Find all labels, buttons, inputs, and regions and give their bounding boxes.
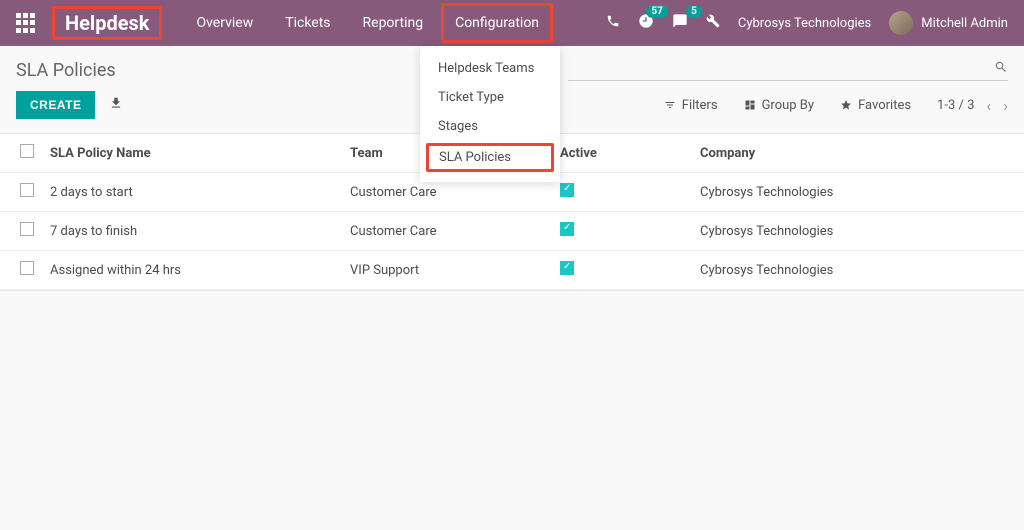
dd-helpdesk-teams[interactable]: Helpdesk Teams bbox=[420, 54, 560, 83]
messages-icon[interactable]: 5 bbox=[672, 13, 688, 33]
cell-team: Customer Care bbox=[342, 212, 552, 251]
cell-name: Assigned within 24 hrs bbox=[42, 251, 342, 290]
row-checkbox[interactable] bbox=[20, 183, 34, 197]
active-checkbox[interactable] bbox=[560, 222, 574, 236]
filters-label: Filters bbox=[682, 98, 718, 113]
avatar bbox=[889, 11, 913, 35]
user-menu[interactable]: Mitchell Admin bbox=[889, 11, 1008, 35]
nav-overview[interactable]: Overview bbox=[182, 3, 267, 43]
activities-badge: 57 bbox=[646, 5, 667, 18]
search-input[interactable] bbox=[568, 62, 994, 77]
search-area bbox=[568, 60, 1008, 81]
row-checkbox[interactable] bbox=[20, 261, 34, 275]
create-button[interactable]: CREATE bbox=[16, 91, 95, 119]
cell-name: 2 days to start bbox=[42, 173, 342, 212]
dd-sla-policies[interactable]: SLA Policies bbox=[426, 143, 554, 172]
tools-icon[interactable] bbox=[706, 14, 720, 32]
active-checkbox[interactable] bbox=[560, 261, 574, 275]
nav-reporting[interactable]: Reporting bbox=[349, 3, 438, 43]
cell-company: Cybrosys Technologies bbox=[692, 173, 1024, 212]
cell-active bbox=[552, 212, 692, 251]
favorites-label: Favorites bbox=[858, 98, 911, 113]
cell-company: Cybrosys Technologies bbox=[692, 251, 1024, 290]
favorites-button[interactable]: Favorites bbox=[840, 98, 911, 113]
col-company[interactable]: Company bbox=[692, 134, 1024, 173]
cell-active bbox=[552, 251, 692, 290]
messages-badge: 5 bbox=[686, 5, 702, 18]
dd-ticket-type[interactable]: Ticket Type bbox=[420, 83, 560, 112]
nav-tickets[interactable]: Tickets bbox=[271, 3, 344, 43]
topbar-right: 57 5 Cybrosys Technologies Mitchell Admi… bbox=[606, 11, 1008, 35]
col-name[interactable]: SLA Policy Name bbox=[42, 134, 342, 173]
user-name: Mitchell Admin bbox=[921, 16, 1008, 31]
pager-prev-icon[interactable]: ‹ bbox=[986, 96, 991, 115]
app-brand[interactable]: Helpdesk bbox=[52, 6, 162, 40]
row-checkbox[interactable] bbox=[20, 222, 34, 236]
pager: 1-3 / 3 ‹ › bbox=[937, 96, 1008, 115]
page-title: SLA Policies bbox=[16, 60, 116, 81]
company-switcher[interactable]: Cybrosys Technologies bbox=[738, 16, 871, 31]
pager-next-icon[interactable]: › bbox=[1003, 96, 1008, 115]
cell-name: 7 days to finish bbox=[42, 212, 342, 251]
group-by-label: Group By bbox=[762, 98, 815, 113]
nav-configuration[interactable]: Configuration bbox=[441, 3, 553, 43]
download-icon[interactable] bbox=[109, 96, 123, 114]
table-row[interactable]: 7 days to finishCustomer Care Cybrosys Te… bbox=[0, 212, 1024, 251]
filters-button[interactable]: Filters bbox=[664, 98, 718, 113]
main-nav: Overview Tickets Reporting Configuration bbox=[182, 3, 553, 43]
active-checkbox[interactable] bbox=[560, 183, 574, 197]
cell-company: Cybrosys Technologies bbox=[692, 212, 1024, 251]
apps-icon[interactable] bbox=[16, 13, 36, 33]
phone-icon[interactable] bbox=[606, 14, 620, 32]
col-active[interactable]: Active bbox=[552, 134, 692, 173]
toolbar-right: Filters Group By Favorites 1-3 / 3 ‹ › bbox=[664, 96, 1008, 115]
cell-active bbox=[552, 173, 692, 212]
pager-text: 1-3 / 3 bbox=[937, 98, 974, 113]
configuration-dropdown: Helpdesk Teams Ticket Type Stages SLA Po… bbox=[420, 46, 560, 182]
dd-stages[interactable]: Stages bbox=[420, 112, 560, 141]
search-icon[interactable] bbox=[994, 60, 1008, 78]
group-by-button[interactable]: Group By bbox=[744, 98, 815, 113]
table-row[interactable]: Assigned within 24 hrsVIP Support Cybrosy… bbox=[0, 251, 1024, 290]
activities-icon[interactable]: 57 bbox=[638, 13, 654, 33]
cell-team: VIP Support bbox=[342, 251, 552, 290]
topbar: Helpdesk Overview Tickets Reporting Conf… bbox=[0, 0, 1024, 46]
select-all-checkbox[interactable] bbox=[20, 144, 34, 158]
